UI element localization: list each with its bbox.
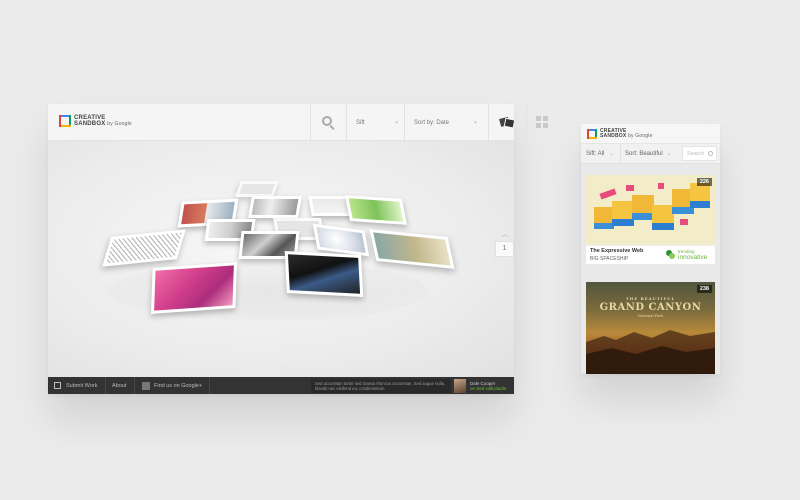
card-thumbnail: 226 — [586, 175, 715, 245]
search-icon — [708, 151, 713, 156]
header-divider — [404, 104, 405, 141]
checkbox-icon — [54, 382, 61, 389]
sort-dropdown[interactable]: Sort by: Date ⌄ — [414, 104, 489, 141]
logo-by: by Google — [628, 133, 653, 139]
sift-dropdown[interactable]: Sift: All ⌄ — [586, 144, 614, 164]
search-placeholder: Search — [687, 150, 705, 157]
gallery-card[interactable] — [284, 251, 364, 297]
featured-user[interactable]: Dale Cooper on Sed sollicitudin — [454, 378, 506, 393]
chevron-down-icon: ⌄ — [394, 119, 400, 125]
chevron-down-icon: ⌄ — [609, 151, 614, 157]
grid-view-button[interactable] — [526, 104, 562, 141]
header-divider — [346, 104, 347, 141]
gallery-card[interactable] — [150, 262, 238, 314]
about-label: About — [112, 382, 127, 389]
gallery-card[interactable] — [235, 181, 279, 197]
mobile-window: CREATIVE SANDBOX by Google Sift: All ⌄ S… — [581, 124, 720, 374]
footer-divider — [134, 377, 135, 394]
logo-by: by Google — [107, 121, 132, 127]
google-plus-link[interactable]: Find us on Google+ — [142, 377, 202, 394]
feed-card[interactable]: THE BEAUTIFUL GRAND CANYON National Park… — [586, 282, 715, 374]
sift-dropdown[interactable]: Sift ⌄ — [356, 104, 406, 141]
mobile-header: CREATIVE SANDBOX by Google — [581, 124, 720, 144]
card-author: BIG SPACESHIP — [590, 256, 629, 262]
trending-icon — [666, 250, 675, 259]
sort-label: Sort: Beautiful — [625, 151, 663, 157]
gallery-card[interactable] — [248, 196, 302, 218]
gallery-stage: ︿ 1 — [48, 141, 514, 377]
sort-label: Sort by: Date — [414, 119, 450, 126]
feed-card[interactable]: 226 The Expressive Web BIG SPACESHIP tre… — [586, 175, 715, 264]
logo-line2: SANDBOX — [74, 121, 106, 127]
search-button[interactable] — [310, 104, 346, 141]
trending-value: innovative — [678, 253, 708, 261]
card-caption: The Expressive Web BIG SPACESHIP trendin… — [586, 245, 715, 264]
desktop-window: CREATIVE SANDBOX by Google Sift ⌄ Sort b… — [48, 104, 548, 394]
creative-sandbox-logo[interactable]: CREATIVE SANDBOX by Google — [587, 129, 653, 139]
grid-view-icon — [536, 116, 548, 128]
user-project-link[interactable]: on Sed sollicitudin — [470, 386, 506, 391]
page-number[interactable]: 1 — [495, 241, 514, 257]
chevron-down-icon: ⌄ — [473, 119, 479, 125]
chevron-down-icon: ⌄ — [666, 151, 671, 157]
mobile-feed: 226 The Expressive Web BIG SPACESHIP tre… — [581, 164, 720, 374]
stack-view-button[interactable] — [488, 104, 526, 141]
gallery-card[interactable] — [369, 229, 455, 269]
pager: ︿ 1 — [495, 229, 514, 269]
search-icon — [322, 116, 336, 130]
google-plus-label: Find us on Google+ — [154, 382, 203, 389]
view-count-badge: 226 — [696, 178, 712, 186]
stack-view-icon — [499, 116, 516, 129]
about-link[interactable]: About — [112, 377, 126, 394]
footer-description: Sed accumsan tortor sed massa rhoncus ac… — [311, 379, 451, 393]
sift-label: Sift: All — [586, 151, 605, 157]
gallery-card[interactable] — [344, 195, 408, 225]
desktop-header: CREATIVE SANDBOX by Google Sift ⌄ Sort b… — [48, 104, 548, 141]
view-count-badge: 238 — [696, 285, 712, 293]
sort-dropdown[interactable]: Sort: Beautiful ⌄ — [625, 144, 671, 164]
card-title: The Expressive Web — [590, 248, 644, 254]
footer-divider — [209, 377, 210, 394]
google-plus-icon — [142, 381, 150, 390]
mobile-toolbar: Sift: All ⌄ Sort: Beautiful ⌄ Search — [581, 144, 720, 164]
submit-work-link[interactable]: Submit Work — [54, 377, 97, 394]
gallery-card[interactable] — [312, 223, 370, 257]
sift-label: Sift — [356, 119, 365, 126]
logo-mark-icon — [59, 115, 71, 127]
creative-sandbox-logo[interactable]: CREATIVE SANDBOX by Google — [59, 115, 132, 127]
chevron-up-icon[interactable]: ︿ — [501, 229, 508, 239]
toolbar-divider — [620, 144, 621, 164]
footer-divider — [105, 377, 106, 394]
search-input[interactable]: Search — [682, 146, 717, 161]
logo-line2: SANDBOX — [600, 133, 627, 139]
logo-mark-icon — [587, 129, 597, 139]
avatar — [454, 378, 466, 393]
gallery-card[interactable] — [102, 229, 186, 267]
canyon-artwork — [586, 330, 715, 374]
trending-badge: trending innovative — [666, 249, 707, 260]
card-thumbnail: THE BEAUTIFUL GRAND CANYON National Park… — [586, 282, 715, 374]
submit-work-label: Submit Work — [66, 382, 98, 389]
desktop-footer: Submit Work About Find us on Google+ Sed… — [48, 377, 514, 394]
expressive-web-artwork — [594, 183, 710, 230]
